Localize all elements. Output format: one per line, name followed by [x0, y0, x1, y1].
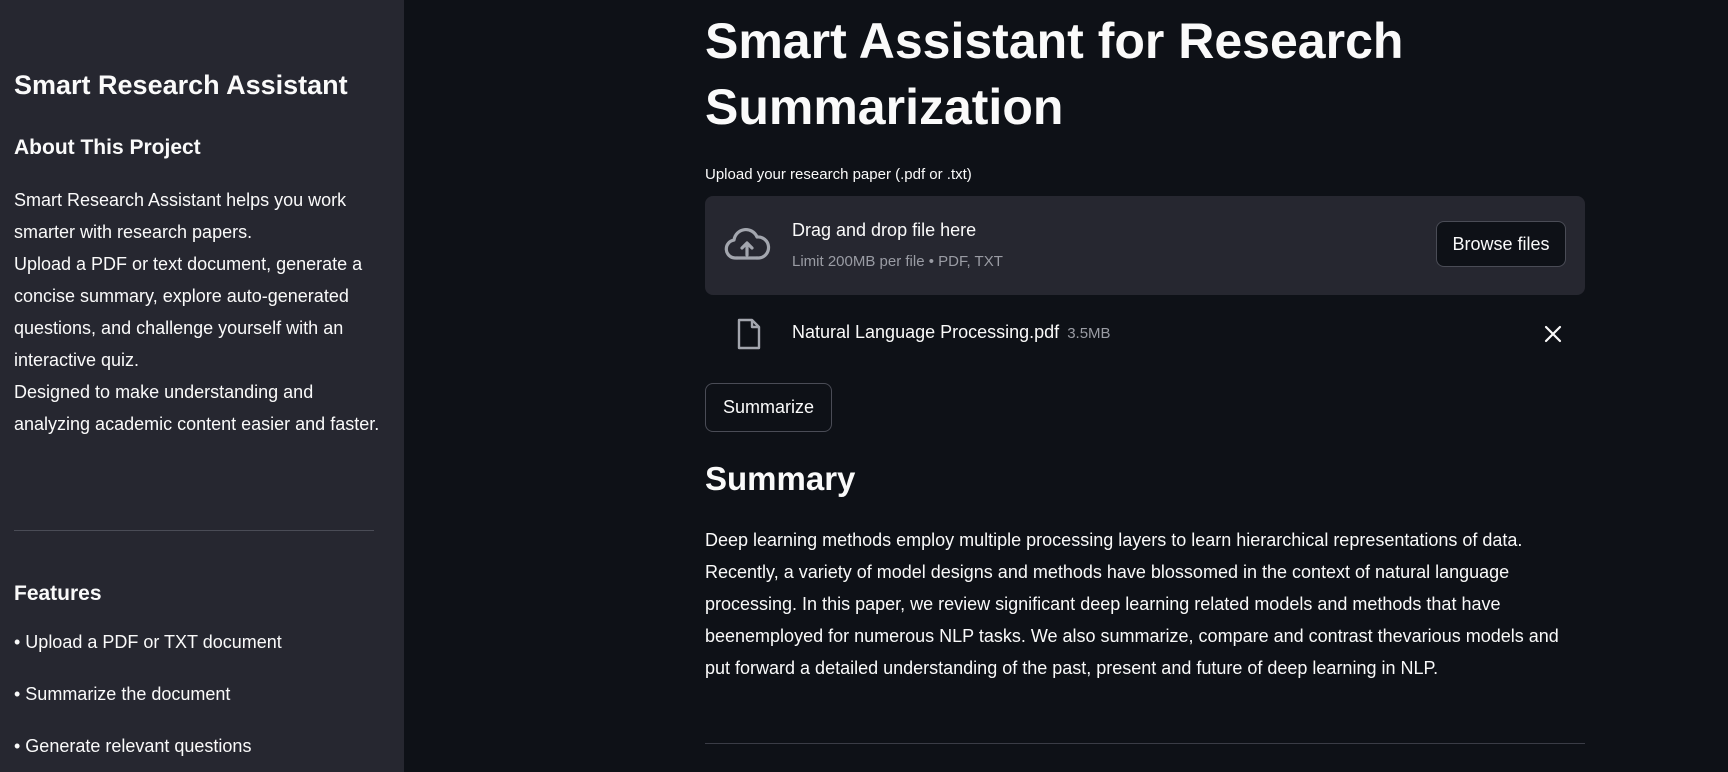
upload-label: Upload your research paper (.pdf or .txt… [705, 166, 972, 183]
about-paragraph: Upload a PDF or text document, generate … [14, 254, 363, 370]
summarize-button[interactable]: Summarize [705, 383, 832, 432]
dropzone-title: Drag and drop file here [792, 220, 977, 240]
sidebar-title: Smart Research Assistant [14, 70, 348, 100]
summary-heading: Summary [705, 460, 856, 497]
feature-item: • Upload a PDF or TXT document [14, 632, 282, 652]
main-content: Smart Assistant for Research Summarizati… [404, 0, 1728, 772]
features-heading: Features [14, 582, 102, 605]
about-paragraph: Designed to make understanding and analy… [14, 382, 380, 434]
cloud-upload-icon [724, 227, 771, 260]
dropzone-limit: Limit 200MB per file • PDF, TXT [792, 253, 1003, 270]
uploaded-file-row: Natural Language Processing.pdf 3.5MB [705, 310, 1585, 358]
feature-item: • Generate relevant questions [14, 736, 252, 756]
app: Smart Research Assistant About This Proj… [0, 0, 1728, 772]
about-paragraph: Smart Research Assistant helps you work … [14, 190, 347, 242]
file-name: Natural Language Processing.pdf [792, 322, 1060, 342]
sidebar-divider [14, 530, 374, 531]
about-text: Smart Research Assistant helps you work … [14, 184, 384, 440]
file-dropzone[interactable]: Drag and drop file here Limit 200MB per … [705, 196, 1585, 295]
file-name-container: Natural Language Processing.pdf 3.5MB [792, 322, 1111, 343]
file-icon [737, 318, 761, 350]
main-divider [705, 743, 1585, 744]
browse-files-button[interactable]: Browse files [1436, 221, 1566, 267]
file-size: 3.5MB [1067, 325, 1111, 342]
page-title: Smart Assistant for Research Summarizati… [705, 13, 1404, 135]
close-icon[interactable] [1542, 323, 1564, 345]
about-heading: About This Project [14, 136, 201, 159]
feature-item: • Summarize the document [14, 684, 231, 704]
summary-text: Deep learning methods employ multiple pr… [705, 530, 1559, 678]
sidebar: Smart Research Assistant About This Proj… [0, 0, 404, 772]
